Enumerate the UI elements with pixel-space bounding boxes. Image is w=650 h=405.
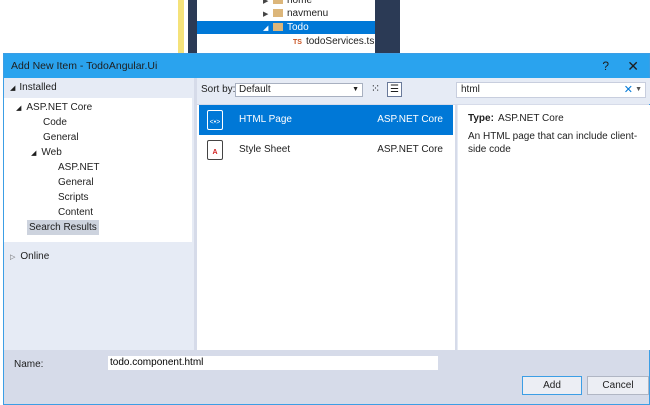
type-label: Type:: [468, 113, 494, 124]
add-new-item-dialog: Add New Item - TodoAngular.Ui ? ✕ ◢ Insta…: [3, 53, 650, 405]
tree-label: Web: [41, 147, 62, 158]
sort-value: Default: [239, 84, 271, 95]
tree-item-web-general[interactable]: General: [58, 175, 94, 190]
tree-item-web[interactable]: ◢ Web: [31, 145, 62, 160]
folder-icon: [273, 0, 283, 5]
category-panel: ◢ Installed ◢ ASP.NET Core Code General ◢ W…: [4, 78, 194, 350]
tree-item-search-results[interactable]: Search Results: [27, 220, 99, 235]
installed-node[interactable]: ◢ Installed: [4, 78, 194, 98]
item-type: ASP.NET Core: [377, 144, 443, 155]
collapse-icon: ◢: [263, 25, 269, 32]
tree-item-code[interactable]: Code: [43, 115, 67, 130]
dialog-title: Add New Item - TodoAngular.Ui: [11, 60, 158, 72]
se-label: navmenu: [287, 8, 329, 19]
sort-by-label: Sort by:: [201, 84, 236, 95]
chevron-down-icon[interactable]: ▼: [635, 83, 642, 97]
dialog-titlebar: Add New Item - TodoAngular.Ui ? ✕: [4, 54, 649, 78]
sort-by-dropdown[interactable]: Default ▼: [235, 83, 363, 97]
type-row: Type: ASP.NET Core: [468, 113, 564, 124]
type-value: ASP.NET Core: [497, 113, 564, 124]
name-input[interactable]: [108, 356, 438, 370]
expand-icon: ▷: [10, 254, 16, 261]
close-button[interactable]: ✕: [627, 54, 639, 78]
tree-item-content[interactable]: Content: [58, 205, 93, 220]
se-item-todoservices[interactable]: TS todoServices.ts: [197, 35, 375, 48]
se-label: todoServices.ts: [305, 36, 375, 47]
add-button[interactable]: Add: [522, 376, 582, 395]
folder-open-icon: [273, 23, 283, 32]
grid-view-icon[interactable]: ⁙: [369, 83, 382, 96]
se-item-todo[interactable]: ◢ Todo: [197, 21, 375, 34]
tree-item-general[interactable]: General: [43, 130, 79, 145]
html-page-icon: <•>: [207, 110, 223, 130]
se-label: home: [287, 0, 313, 6]
se-label: Todo: [287, 22, 309, 33]
chevron-down-icon: ▼: [352, 86, 359, 93]
collapse-icon: ◢: [10, 85, 16, 92]
solution-explorer: ▶ home ▶ navmenu ◢ Todo TS todoServices.ts: [197, 0, 375, 60]
online-label: Online: [20, 251, 50, 262]
installed-label: Installed: [19, 82, 57, 93]
template-item-style-sheet[interactable]: A Style Sheet ASP.NET Core: [199, 135, 453, 165]
category-tree: ◢ ASP.NET Core Code General ◢ Web ASP.NET …: [4, 98, 192, 242]
item-name: HTML Page: [239, 114, 292, 125]
clear-search-icon[interactable]: ✕: [624, 83, 633, 97]
search-input[interactable]: html ✕ ▼: [456, 82, 646, 98]
description: An HTML page that can include client-sid…: [468, 131, 638, 155]
item-type: ASP.NET Core: [377, 114, 443, 125]
se-item-home[interactable]: ▶ home: [197, 0, 375, 7]
stylesheet-icon: A: [207, 140, 223, 160]
folder-icon: [273, 9, 283, 18]
online-node[interactable]: ▷ Online: [10, 249, 49, 265]
item-name: Style Sheet: [239, 144, 291, 155]
search-value: html: [461, 84, 480, 95]
details-panel: Type: ASP.NET Core An HTML page that can …: [457, 105, 650, 350]
template-item-html-page[interactable]: <•> HTML Page ASP.NET Core: [199, 105, 453, 135]
help-button[interactable]: ?: [602, 54, 609, 78]
tree-item-web-aspnet[interactable]: ASP.NET: [58, 160, 100, 175]
collapse-icon: ◢: [16, 105, 22, 112]
typescript-icon: TS: [293, 39, 302, 46]
toolbar: Sort by: Default ▼ ⁙ ☰ html ✕ ▼: [197, 78, 650, 104]
tree-item-scripts[interactable]: Scripts: [58, 190, 89, 205]
list-view-icon[interactable]: ☰: [387, 82, 402, 97]
tree-label: ASP.NET Core: [26, 102, 93, 113]
se-item-navmenu[interactable]: ▶ navmenu: [197, 7, 375, 20]
collapse-icon: ◢: [31, 150, 37, 157]
template-list: <•> HTML Page ASP.NET Core A Style Sheet…: [197, 105, 455, 350]
tree-item-aspnet-core[interactable]: ◢ ASP.NET Core: [16, 100, 92, 115]
cancel-button[interactable]: Cancel: [587, 376, 649, 395]
expand-icon: ▶: [263, 11, 269, 18]
name-label: Name:: [14, 359, 44, 370]
